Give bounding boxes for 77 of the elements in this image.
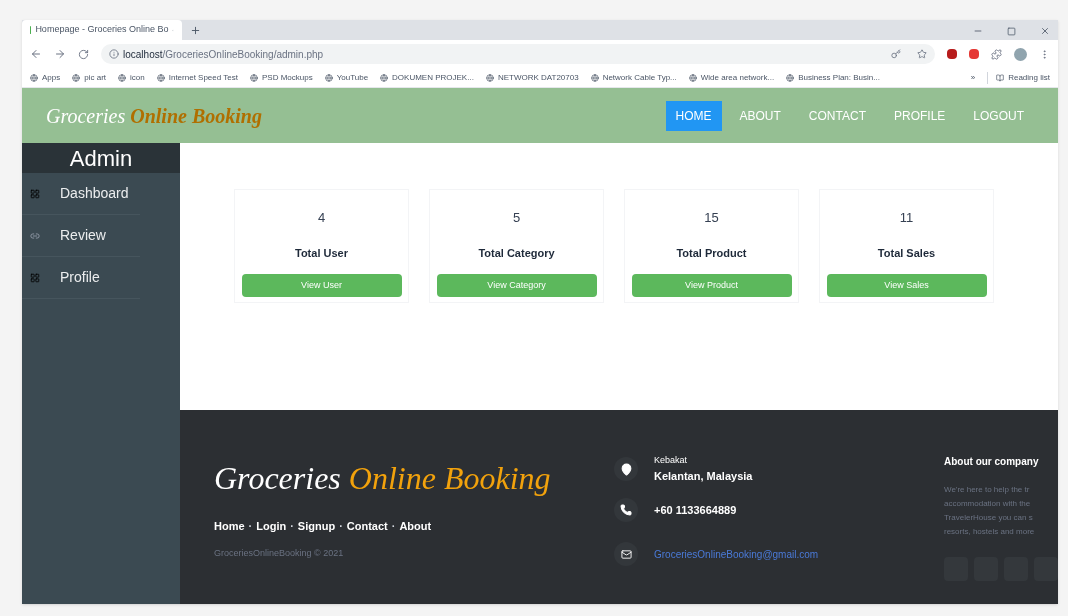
separator-dot: · (248, 519, 253, 534)
reload-icon[interactable] (78, 48, 89, 60)
address-bar[interactable]: localhost/GroceriesOnlineBooking/admin.php (101, 44, 935, 64)
phone-number: +60 1133664889 (654, 502, 737, 518)
bookmark-link[interactable]: Business Plan: Busin... (786, 71, 880, 84)
link-icon (30, 230, 40, 241)
phone-icon (614, 498, 638, 522)
bookmark-link[interactable]: NETWORK DAT20703 (485, 71, 579, 84)
sidebar-title: Admin (22, 143, 180, 173)
bookmark-link[interactable]: pic art (72, 71, 107, 84)
about-title: About our company (944, 455, 1040, 469)
forward-icon[interactable] (54, 48, 66, 60)
footer-link[interactable]: Contact (346, 518, 388, 535)
about-text: TravelerHouse you can s (944, 512, 1034, 524)
address-line: Kelantan, Malaysia (654, 468, 753, 484)
bookmark-icon (485, 73, 494, 82)
bookmark-icon (30, 73, 38, 82)
bookmark-icon (118, 73, 127, 82)
reading-list-icon (996, 73, 1005, 82)
stat-title: Total Category (478, 245, 555, 261)
grid-icon (30, 188, 40, 199)
reading-list-button[interactable]: Reading list (987, 71, 1050, 84)
bookmark-link[interactable]: YouTube (324, 71, 369, 84)
about-text: resorts, hostels and more (944, 526, 1036, 538)
bookmark-link[interactable]: Apps (30, 71, 61, 84)
copyright-text: GroceriesOnlineBooking © 2021 (214, 546, 345, 560)
logo: Groceries Online Booking (214, 459, 552, 498)
footer-link[interactable]: Login (256, 518, 287, 535)
stat-count: 15 (704, 209, 719, 227)
back-icon[interactable] (30, 48, 42, 60)
bookmark-link[interactable]: Network Cable Typ... (590, 71, 677, 84)
map-pin-icon (614, 457, 638, 481)
avatar-icon[interactable] (1014, 47, 1027, 61)
logo: Groceries Online Booking (46, 103, 262, 130)
sidebar-item[interactable]: Profile (22, 257, 140, 299)
bookmark-icon (688, 73, 697, 82)
bookmark-star-icon[interactable] (917, 49, 927, 59)
sidebar-item[interactable]: Review (22, 215, 140, 257)
maximize-icon[interactable] (1007, 26, 1016, 36)
separator-dot: · (290, 519, 294, 534)
bookmark-link[interactable]: DOKUMEN PROJEK... (380, 71, 474, 84)
bookmark-icon (156, 73, 165, 82)
about-text: accommodation with the (944, 498, 1032, 510)
separator-dot: · (339, 519, 343, 534)
bookmark-icon (249, 73, 258, 82)
stat-title: Total Sales (877, 245, 936, 261)
stat-title: Total User (295, 245, 348, 261)
info-icon (109, 49, 119, 59)
key-icon[interactable] (891, 49, 901, 59)
address-line: Kebakat (654, 454, 689, 467)
bookmark-icon (380, 73, 389, 82)
bookmark-link[interactable]: Wide area network... (688, 71, 775, 84)
footer-link[interactable]: About (399, 518, 432, 535)
close-window-icon[interactable] (1040, 26, 1050, 36)
bookmark-icon (786, 73, 795, 82)
stat-title: Total Product (676, 245, 747, 261)
bookmark-link[interactable]: Internet Speed Test (156, 71, 238, 84)
extensions-icon[interactable] (991, 48, 1002, 60)
footer-link[interactable]: Signup (297, 518, 336, 535)
grid-icon (30, 272, 40, 283)
new-tab-icon[interactable] (190, 25, 201, 36)
stat-count: 5 (512, 209, 521, 227)
bookmark-icon (590, 73, 599, 82)
overflow-button[interactable]: » (970, 71, 976, 84)
bookmark-link[interactable]: icon (118, 71, 145, 84)
bookmark-icon (72, 73, 81, 82)
sidebar-item[interactable]: Dashboard (22, 173, 140, 215)
separator-dot: · (391, 519, 396, 534)
bookmark-icon (324, 73, 333, 82)
footer-link[interactable]: Home (214, 518, 245, 535)
stat-count: 11 (899, 209, 914, 227)
mail-icon (614, 542, 638, 566)
browser-tab[interactable]: Homepage - Groceries Online Bo (22, 20, 182, 40)
bookmark-link[interactable]: PSD Mockups (249, 71, 313, 84)
stat-count: 4 (317, 209, 326, 227)
extension-icon[interactable] (969, 49, 979, 59)
extension-icon[interactable] (947, 49, 957, 59)
